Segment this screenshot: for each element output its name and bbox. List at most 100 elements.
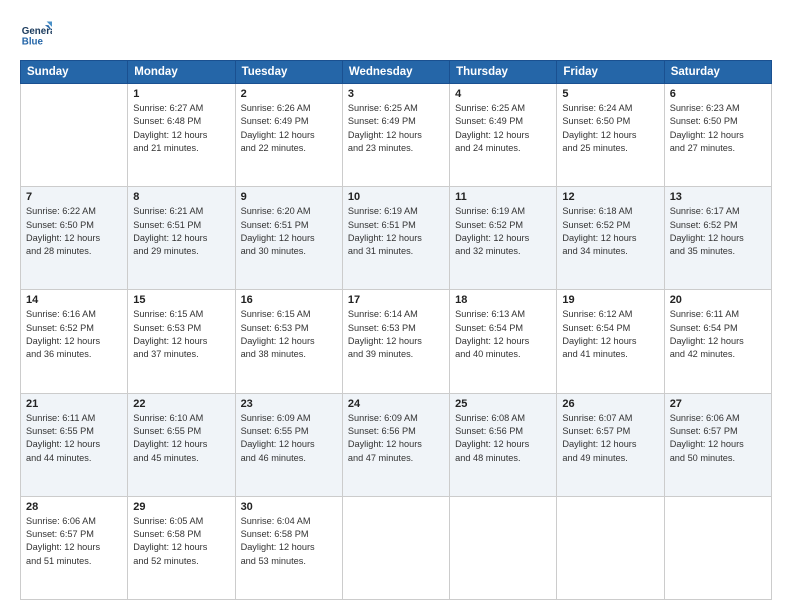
calendar-cell: 3 Sunrise: 6:25 AM Sunset: 6:49 PM Daylig… — [342, 84, 449, 187]
day-info: Sunrise: 6:09 AM Sunset: 6:56 PM Dayligh… — [348, 412, 444, 465]
calendar-week-4: 21 Sunrise: 6:11 AM Sunset: 6:55 PM Dayli… — [21, 393, 772, 496]
day-number: 27 — [670, 398, 766, 410]
day-info: Sunrise: 6:06 AM Sunset: 6:57 PM Dayligh… — [26, 515, 122, 568]
day-number: 22 — [133, 398, 229, 410]
calendar-cell: 11 Sunrise: 6:19 AM Sunset: 6:52 PM Dayli… — [450, 187, 557, 290]
calendar-cell: 19Sunrise: 6:12 AM Sunset: 6:54 PM Dayli… — [557, 290, 664, 393]
day-info: Sunrise: 6:19 AM Sunset: 6:52 PM Dayligh… — [455, 205, 551, 258]
day-info: Sunrise: 6:26 AM Sunset: 6:49 PM Dayligh… — [241, 102, 337, 155]
weekday-header-wednesday: Wednesday — [342, 61, 449, 84]
calendar-cell: 29 Sunrise: 6:05 AM Sunset: 6:58 PM Dayli… — [128, 496, 235, 599]
day-number: 21 — [26, 398, 122, 410]
weekday-header-friday: Friday — [557, 61, 664, 84]
day-info: Sunrise: 6:10 AM Sunset: 6:55 PM Dayligh… — [133, 412, 229, 465]
day-number: 15 — [133, 294, 229, 306]
day-info: Sunrise: 6:23 AM Sunset: 6:50 PM Dayligh… — [670, 102, 766, 155]
day-info: Sunrise: 6:15 AM Sunset: 6:53 PM Dayligh… — [241, 308, 337, 361]
calendar-cell: 27 Sunrise: 6:06 AM Sunset: 6:57 PM Dayli… — [664, 393, 771, 496]
calendar-cell: 22 Sunrise: 6:10 AM Sunset: 6:55 PM Dayli… — [128, 393, 235, 496]
day-number: 14 — [26, 294, 122, 306]
day-info: Sunrise: 6:16 AM Sunset: 6:52 PM Dayligh… — [26, 308, 122, 361]
day-number: 24 — [348, 398, 444, 410]
day-info: Sunrise: 6:12 AM Sunset: 6:54 PM Dayligh… — [562, 308, 658, 361]
calendar-week-1: 1Sunrise: 6:27 AM Sunset: 6:48 PM Daylig… — [21, 84, 772, 187]
day-info: Sunrise: 6:11 AM Sunset: 6:54 PM Dayligh… — [670, 308, 766, 361]
day-info: Sunrise: 6:25 AM Sunset: 6:49 PM Dayligh… — [348, 102, 444, 155]
day-info: Sunrise: 6:15 AM Sunset: 6:53 PM Dayligh… — [133, 308, 229, 361]
day-info: Sunrise: 6:06 AM Sunset: 6:57 PM Dayligh… — [670, 412, 766, 465]
day-number: 25 — [455, 398, 551, 410]
day-info: Sunrise: 6:04 AM Sunset: 6:58 PM Dayligh… — [241, 515, 337, 568]
calendar-cell: 14 Sunrise: 6:16 AM Sunset: 6:52 PM Dayli… — [21, 290, 128, 393]
header: General Blue — [20, 18, 772, 50]
day-number: 20 — [670, 294, 766, 306]
calendar-cell: 24 Sunrise: 6:09 AM Sunset: 6:56 PM Dayli… — [342, 393, 449, 496]
day-number: 28 — [26, 501, 122, 513]
calendar-cell: 13 Sunrise: 6:17 AM Sunset: 6:52 PM Dayli… — [664, 187, 771, 290]
day-info: Sunrise: 6:22 AM Sunset: 6:50 PM Dayligh… — [26, 205, 122, 258]
calendar-header: SundayMondayTuesdayWednesdayThursdayFrid… — [21, 61, 772, 84]
calendar-cell: 10 Sunrise: 6:19 AM Sunset: 6:51 PM Dayli… — [342, 187, 449, 290]
day-number: 11 — [455, 191, 551, 203]
calendar-cell: 16Sunrise: 6:15 AM Sunset: 6:53 PM Dayli… — [235, 290, 342, 393]
calendar-table: SundayMondayTuesdayWednesdayThursdayFrid… — [20, 60, 772, 600]
day-info: Sunrise: 6:27 AM Sunset: 6:48 PM Dayligh… — [133, 102, 229, 155]
calendar-cell: 20 Sunrise: 6:11 AM Sunset: 6:54 PM Dayli… — [664, 290, 771, 393]
weekday-header-thursday: Thursday — [450, 61, 557, 84]
day-info: Sunrise: 6:13 AM Sunset: 6:54 PM Dayligh… — [455, 308, 551, 361]
svg-text:Blue: Blue — [22, 37, 44, 48]
calendar-cell: 17 Sunrise: 6:14 AM Sunset: 6:53 PM Dayli… — [342, 290, 449, 393]
day-number: 17 — [348, 294, 444, 306]
calendar-cell: 25 Sunrise: 6:08 AM Sunset: 6:56 PM Dayli… — [450, 393, 557, 496]
calendar-week-5: 28 Sunrise: 6:06 AM Sunset: 6:57 PM Dayli… — [21, 496, 772, 599]
day-number: 8 — [133, 191, 229, 203]
day-number: 5 — [562, 88, 658, 100]
calendar-cell: 21 Sunrise: 6:11 AM Sunset: 6:55 PM Dayli… — [21, 393, 128, 496]
calendar-cell: 18Sunrise: 6:13 AM Sunset: 6:54 PM Dayli… — [450, 290, 557, 393]
day-number: 13 — [670, 191, 766, 203]
day-number: 2 — [241, 88, 337, 100]
calendar-cell: 5 Sunrise: 6:24 AM Sunset: 6:50 PM Daylig… — [557, 84, 664, 187]
calendar-cell: 6 Sunrise: 6:23 AM Sunset: 6:50 PM Daylig… — [664, 84, 771, 187]
logo-icon: General Blue — [20, 18, 52, 50]
day-number: 3 — [348, 88, 444, 100]
day-info: Sunrise: 6:19 AM Sunset: 6:51 PM Dayligh… — [348, 205, 444, 258]
day-number: 7 — [26, 191, 122, 203]
svg-text:General: General — [22, 26, 52, 37]
day-number: 30 — [241, 501, 337, 513]
calendar-cell: 15 Sunrise: 6:15 AM Sunset: 6:53 PM Dayli… — [128, 290, 235, 393]
day-info: Sunrise: 6:18 AM Sunset: 6:52 PM Dayligh… — [562, 205, 658, 258]
calendar-cell — [664, 496, 771, 599]
logo: General Blue — [20, 18, 56, 50]
day-info: Sunrise: 6:17 AM Sunset: 6:52 PM Dayligh… — [670, 205, 766, 258]
calendar-cell — [342, 496, 449, 599]
day-number: 23 — [241, 398, 337, 410]
calendar-cell: 8 Sunrise: 6:21 AM Sunset: 6:51 PM Daylig… — [128, 187, 235, 290]
day-info: Sunrise: 6:24 AM Sunset: 6:50 PM Dayligh… — [562, 102, 658, 155]
calendar-cell — [450, 496, 557, 599]
calendar-cell: 9 Sunrise: 6:20 AM Sunset: 6:51 PM Daylig… — [235, 187, 342, 290]
calendar-cell: 2 Sunrise: 6:26 AM Sunset: 6:49 PM Daylig… — [235, 84, 342, 187]
day-info: Sunrise: 6:25 AM Sunset: 6:49 PM Dayligh… — [455, 102, 551, 155]
calendar-body: 1Sunrise: 6:27 AM Sunset: 6:48 PM Daylig… — [21, 84, 772, 600]
day-info: Sunrise: 6:20 AM Sunset: 6:51 PM Dayligh… — [241, 205, 337, 258]
day-number: 12 — [562, 191, 658, 203]
day-info: Sunrise: 6:21 AM Sunset: 6:51 PM Dayligh… — [133, 205, 229, 258]
day-number: 6 — [670, 88, 766, 100]
day-number: 10 — [348, 191, 444, 203]
day-info: Sunrise: 6:05 AM Sunset: 6:58 PM Dayligh… — [133, 515, 229, 568]
day-info: Sunrise: 6:14 AM Sunset: 6:53 PM Dayligh… — [348, 308, 444, 361]
day-number: 29 — [133, 501, 229, 513]
calendar-page: General Blue SundayMondayTuesdayWednesda… — [0, 0, 792, 612]
day-number: 4 — [455, 88, 551, 100]
day-info: Sunrise: 6:09 AM Sunset: 6:55 PM Dayligh… — [241, 412, 337, 465]
calendar-cell: 4 Sunrise: 6:25 AM Sunset: 6:49 PM Daylig… — [450, 84, 557, 187]
day-info: Sunrise: 6:11 AM Sunset: 6:55 PM Dayligh… — [26, 412, 122, 465]
day-info: Sunrise: 6:08 AM Sunset: 6:56 PM Dayligh… — [455, 412, 551, 465]
weekday-header-sunday: Sunday — [21, 61, 128, 84]
calendar-cell: 28 Sunrise: 6:06 AM Sunset: 6:57 PM Dayli… — [21, 496, 128, 599]
calendar-week-3: 14 Sunrise: 6:16 AM Sunset: 6:52 PM Dayli… — [21, 290, 772, 393]
day-number: 9 — [241, 191, 337, 203]
weekday-header-saturday: Saturday — [664, 61, 771, 84]
calendar-week-2: 7 Sunrise: 6:22 AM Sunset: 6:50 PM Daylig… — [21, 187, 772, 290]
